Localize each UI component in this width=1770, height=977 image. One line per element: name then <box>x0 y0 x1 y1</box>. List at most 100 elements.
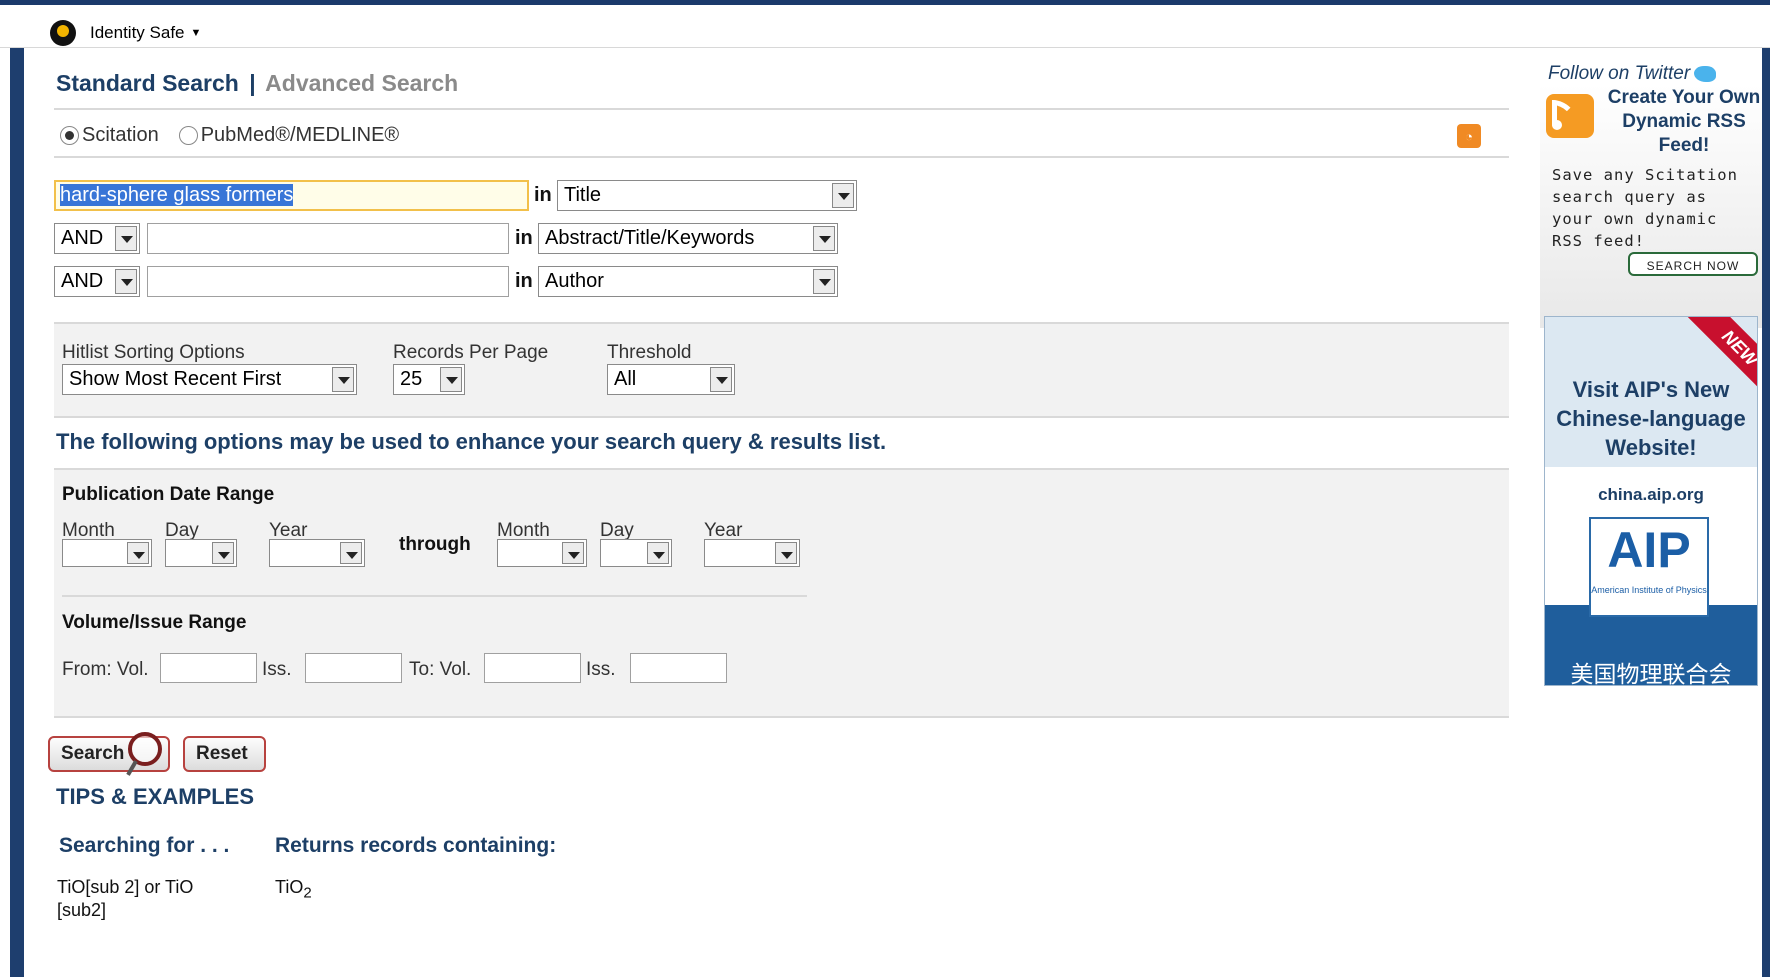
identity-safe-menu[interactable]: Identity Safe ▼ <box>50 20 201 46</box>
volume-range-title: Volume/Issue Range <box>62 612 247 633</box>
divider <box>54 156 1509 158</box>
divider <box>54 108 1509 110</box>
to-iss-input[interactable] <box>630 653 727 683</box>
field-select-2[interactable]: Abstract/Title/Keywords <box>538 223 838 254</box>
radio-pubmed-label: PubMed®/MEDLINE® <box>200 124 400 146</box>
chevron-down-icon <box>115 269 137 294</box>
ad-chinese-text: 美国物理联合会 <box>1570 661 1732 686</box>
records-select-value: 25 <box>400 368 423 390</box>
left-frame-bar <box>10 48 24 977</box>
to-day-select[interactable] <box>600 539 672 567</box>
tab-standard-search[interactable]: Standard Search <box>56 70 239 96</box>
operator-select-3[interactable]: AND <box>54 266 140 297</box>
aip-chinese-ad[interactable]: NEW Visit AIP's New Chinese-language Web… <box>1544 316 1758 686</box>
operator-select-2[interactable]: AND <box>54 223 140 254</box>
from-day-select[interactable] <box>165 539 237 567</box>
search-button-label: Search <box>61 743 125 764</box>
from-month-select[interactable] <box>62 539 152 567</box>
tips-example-result-sub: 2 <box>303 884 312 902</box>
chevron-down-icon <box>115 226 137 251</box>
field-select-3[interactable]: Author <box>538 266 838 297</box>
from-vol-input[interactable] <box>160 653 257 683</box>
enhance-heading: The following options may be used to enh… <box>56 429 887 454</box>
search-tabs: Standard Search | Advanced Search <box>56 70 458 97</box>
from-iss-input[interactable] <box>305 653 402 683</box>
to-year-select[interactable] <box>704 539 800 567</box>
reset-button-label: Reset <box>196 743 248 764</box>
aip-logo-text: AIP <box>1607 522 1691 578</box>
reset-button[interactable]: Reset <box>183 736 266 772</box>
chevron-down-icon <box>775 542 797 564</box>
to-iss-label: Iss. <box>586 659 616 680</box>
operator-select-3-value: AND <box>61 270 104 292</box>
field-select-1-value: Title <box>564 184 602 206</box>
rss-feed-icon <box>1546 94 1594 138</box>
right-sidebar: Follow on Twitter Create Your Own Dynami… <box>1540 48 1762 977</box>
from-iss-label: Iss. <box>262 659 292 680</box>
chevron-down-icon <box>332 367 354 392</box>
date-range-title: Publication Date Range <box>62 484 275 505</box>
aip-logo: AIP American Institute of Physics <box>1589 517 1709 617</box>
chevron-down-icon <box>440 367 462 392</box>
in-label: in <box>515 227 533 249</box>
chevron-down-icon <box>813 269 835 294</box>
tips-col-returns: Returns records containing: <box>275 834 557 857</box>
rss-promo-desc: Save any Scitation search query as your … <box>1552 166 1738 250</box>
to-vol-input[interactable] <box>484 653 581 683</box>
search-now-button[interactable]: SEARCH NOW <box>1628 252 1758 276</box>
ad-url: china.aip.org <box>1598 485 1704 504</box>
rss-icon[interactable]: ◔ <box>1457 124 1481 148</box>
divider <box>62 595 807 597</box>
sorting-label: Hitlist Sorting Options <box>62 342 245 363</box>
chevron-down-icon <box>127 542 149 564</box>
field-select-3-value: Author <box>545 270 604 292</box>
identity-safe-icon <box>50 20 76 46</box>
to-month-select[interactable] <box>497 539 587 567</box>
field-select-2-value: Abstract/Title/Keywords <box>545 227 755 249</box>
radio-pubmed[interactable] <box>178 126 198 145</box>
query-input-1[interactable]: hard-sphere glass formers <box>54 180 529 211</box>
tips-example-result-base: TiO <box>275 877 304 897</box>
threshold-select[interactable]: All <box>607 364 735 395</box>
query-input-3[interactable] <box>147 266 509 297</box>
threshold-select-value: All <box>614 368 637 390</box>
from-vol-label: From: Vol. <box>62 659 149 680</box>
chevron-down-icon <box>562 542 584 564</box>
in-label: in <box>515 270 533 292</box>
in-label: in <box>534 184 552 206</box>
ad-title: Visit AIP's New Chinese-language Website… <box>1556 377 1746 460</box>
chevron-down-icon <box>212 542 234 564</box>
aip-logo-subtext: American Institute of Physics <box>1591 585 1707 595</box>
tips-example-result: TiO2 <box>275 876 312 905</box>
right-frame-bar <box>1762 48 1770 977</box>
browser-toolbar: Identity Safe ▼ <box>0 5 1770 48</box>
rss-promo-title: Create Your Own Dynamic RSS Feed! <box>1607 87 1761 156</box>
sorting-select-value: Show Most Recent First <box>69 368 282 390</box>
search-button[interactable]: Search <box>48 732 170 772</box>
follow-twitter-link[interactable]: Follow on Twitter <box>1548 63 1717 85</box>
tips-example-query: TiO[sub 2] or TiO [sub2] <box>57 877 194 920</box>
chevron-down-icon <box>647 542 669 564</box>
tab-advanced-search[interactable]: Advanced Search <box>265 70 458 96</box>
threshold-label: Threshold <box>607 342 692 363</box>
magnifier-icon <box>128 732 162 766</box>
to-vol-label: To: Vol. <box>409 659 472 680</box>
twitter-bird-icon <box>1694 65 1717 82</box>
main-content: Standard Search | Advanced Search Scitat… <box>48 48 1509 977</box>
source-selector: Scitation PubMed®/MEDLINE® <box>60 124 399 147</box>
radio-scitation[interactable] <box>60 126 79 145</box>
chevron-down-icon <box>340 542 362 564</box>
from-year-select[interactable] <box>269 539 365 567</box>
query-input-2[interactable] <box>147 223 509 254</box>
chevron-down-icon <box>710 367 732 392</box>
through-label: through <box>399 534 471 555</box>
sorting-select[interactable]: Show Most Recent First <box>62 364 357 395</box>
tips-heading: TIPS & EXAMPLES <box>56 784 255 809</box>
records-label: Records Per Page <box>393 342 549 363</box>
chevron-down-icon: ▼ <box>190 27 202 39</box>
tab-separator: | <box>249 70 256 96</box>
records-select[interactable]: 25 <box>393 364 465 395</box>
identity-safe-label: Identity Safe <box>90 23 185 42</box>
field-select-1[interactable]: Title <box>557 180 857 211</box>
chevron-down-icon <box>832 183 854 208</box>
